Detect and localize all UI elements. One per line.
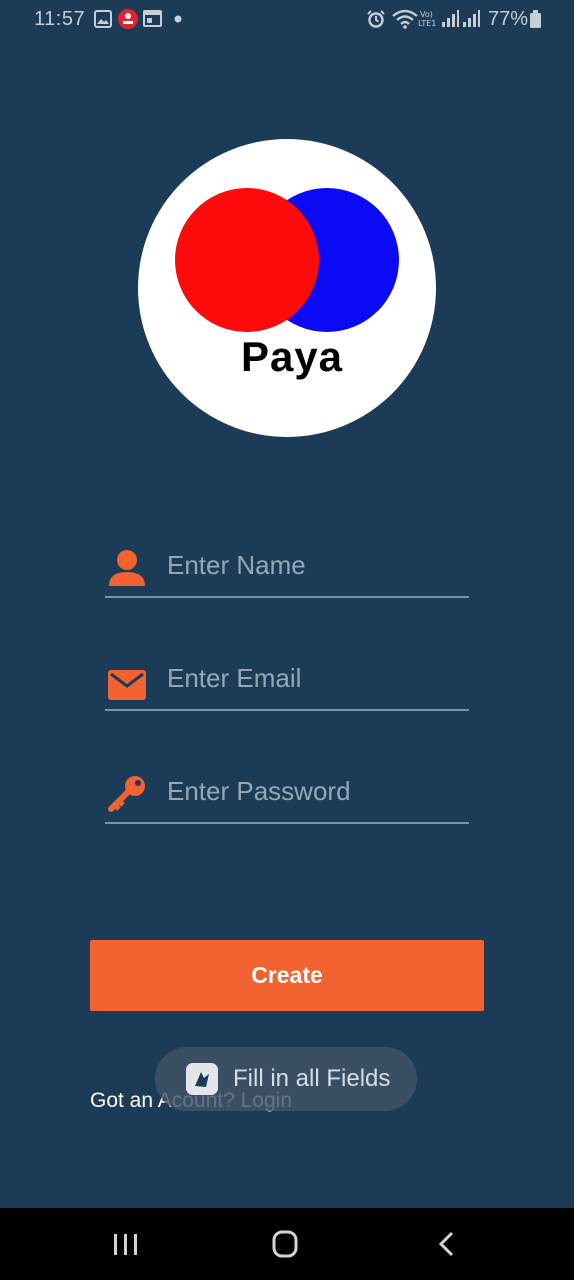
key-icon [108, 776, 145, 812]
alarm-icon [367, 10, 385, 28]
dot-icon [174, 15, 182, 23]
person-icon [109, 550, 145, 586]
signal-icon [463, 10, 480, 27]
logo-text: Paya [240, 333, 344, 380]
mail-icon [108, 670, 146, 700]
navigation-bar [0, 1208, 574, 1280]
svg-text:Vo): Vo) [420, 10, 433, 19]
name-input[interactable] [167, 542, 463, 588]
name-field[interactable] [105, 538, 469, 598]
gallery-icon [94, 10, 112, 28]
wifi-icon [392, 9, 418, 29]
email-input[interactable] [167, 655, 463, 701]
back-icon[interactable] [427, 1228, 467, 1260]
svg-text:LTE1: LTE1 [418, 19, 436, 28]
signup-screen: 11:57 Vo) LTE1 77% Paya Enter Name Enter… [0, 0, 574, 1280]
battery-percent: 77% [488, 8, 529, 30]
app-notification-icon [118, 9, 138, 29]
status-bar: 11:57 Vo) LTE1 77% [0, 0, 574, 40]
toast-message: Fill in all Fields [155, 1047, 417, 1111]
battery-icon [530, 10, 541, 28]
password-field[interactable] [105, 764, 469, 824]
password-input[interactable] [167, 768, 463, 814]
create-button[interactable]: Create [90, 940, 484, 1011]
toast-text: Fill in all Fields [233, 1065, 391, 1092]
calendar-icon [143, 10, 162, 27]
recent-apps-icon[interactable] [105, 1228, 145, 1260]
signal-icon [442, 10, 459, 27]
email-field[interactable] [105, 651, 469, 711]
home-icon[interactable] [265, 1228, 305, 1260]
app-icon [186, 1063, 218, 1095]
status-time: 11:57 [34, 8, 86, 30]
logo-red-circle [175, 188, 319, 332]
volte-icon: Vo) LTE1 [418, 10, 436, 28]
